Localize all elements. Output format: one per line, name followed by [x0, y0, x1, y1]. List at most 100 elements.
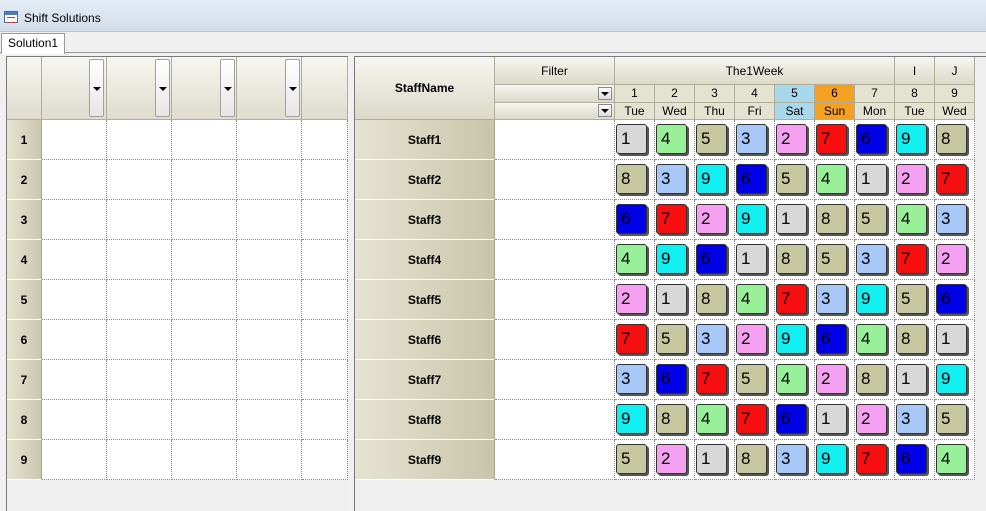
shift-cell[interactable]: 1 — [735, 240, 775, 280]
grid-cell[interactable] — [302, 320, 348, 360]
shift-cell[interactable]: 9 — [815, 440, 855, 480]
grid-cell[interactable] — [302, 160, 348, 200]
shift-cell[interactable]: 4 — [655, 120, 695, 160]
day-number-header[interactable]: 2 — [655, 85, 695, 103]
shift-tile[interactable]: 1 — [616, 124, 647, 154]
shift-cell[interactable]: 5 — [695, 120, 735, 160]
shift-cell[interactable]: 6 — [695, 240, 735, 280]
shift-cell[interactable]: 8 — [695, 280, 735, 320]
staff-name-cell[interactable]: Staff1 — [355, 120, 495, 160]
shift-cell[interactable]: 1 — [655, 280, 695, 320]
shift-tile[interactable]: 9 — [736, 204, 767, 234]
shift-tile[interactable]: 3 — [856, 244, 887, 274]
shift-cell[interactable]: 7 — [895, 240, 935, 280]
shift-cell[interactable]: 4 — [855, 320, 895, 360]
grid-cell[interactable] — [172, 320, 237, 360]
grid-cell[interactable] — [42, 280, 107, 320]
grid-cell[interactable] — [107, 120, 172, 160]
day-number-header[interactable]: 5 — [775, 85, 815, 103]
shift-tile[interactable]: 9 — [616, 404, 647, 434]
shift-tile[interactable]: 8 — [896, 324, 927, 354]
shift-tile[interactable]: 8 — [816, 204, 847, 234]
shift-tile[interactable]: 8 — [616, 164, 647, 194]
shift-tile[interactable]: 6 — [616, 204, 647, 234]
filter-header[interactable]: Filter — [495, 57, 615, 85]
column-filter-dropdown[interactable] — [89, 59, 104, 117]
shift-tile[interactable]: 7 — [616, 324, 647, 354]
shift-tile[interactable]: 4 — [816, 164, 847, 194]
shift-cell[interactable]: 5 — [655, 320, 695, 360]
shift-tile[interactable]: 3 — [936, 204, 967, 234]
staff-name-cell[interactable]: Staff6 — [355, 320, 495, 360]
shift-cell[interactable]: 8 — [815, 200, 855, 240]
shift-cell[interactable]: 3 — [815, 280, 855, 320]
staff-name-cell[interactable]: Staff5 — [355, 280, 495, 320]
day-name-header[interactable]: Wed — [935, 103, 975, 120]
left-column-header[interactable] — [172, 57, 237, 120]
shift-cell[interactable]: 9 — [935, 360, 975, 400]
row-header[interactable]: 9 — [7, 440, 42, 480]
filter-cell[interactable] — [495, 280, 615, 320]
shift-tile[interactable]: 5 — [856, 204, 887, 234]
staff-name-cell[interactable]: Staff9 — [355, 440, 495, 480]
filter-cell[interactable] — [495, 240, 615, 280]
shift-tile[interactable]: 1 — [656, 284, 687, 314]
shift-tile[interactable]: 5 — [696, 124, 727, 154]
shift-cell[interactable]: 2 — [895, 160, 935, 200]
day-number-header[interactable]: 1 — [615, 85, 655, 103]
shift-tile[interactable]: 6 — [816, 324, 847, 354]
filter-cell[interactable] — [495, 400, 615, 440]
grid-cell[interactable] — [172, 440, 237, 480]
shift-tile[interactable]: 4 — [736, 284, 767, 314]
left-column-header[interactable] — [42, 57, 107, 120]
shift-tile[interactable]: 9 — [696, 164, 727, 194]
shift-tile[interactable]: 5 — [616, 444, 647, 474]
grid-cell[interactable] — [302, 360, 348, 400]
shift-tile[interactable]: 8 — [736, 444, 767, 474]
shift-cell[interactable]: 2 — [735, 320, 775, 360]
shift-cell[interactable]: 1 — [775, 200, 815, 240]
grid-cell[interactable] — [107, 240, 172, 280]
shift-cell[interactable]: 5 — [895, 280, 935, 320]
shift-cell[interactable]: 2 — [615, 280, 655, 320]
shift-tile[interactable]: 4 — [896, 204, 927, 234]
week-header[interactable]: The1Week — [615, 57, 895, 85]
shift-tile[interactable]: 6 — [896, 444, 927, 474]
shift-cell[interactable]: 7 — [815, 120, 855, 160]
shift-tile[interactable]: 1 — [896, 364, 927, 394]
shift-cell[interactable]: 6 — [655, 360, 695, 400]
shift-cell[interactable]: 5 — [775, 160, 815, 200]
grid-cell[interactable] — [107, 160, 172, 200]
shift-tile[interactable]: 6 — [776, 404, 807, 434]
shift-cell[interactable]: 5 — [615, 440, 655, 480]
grid-cell[interactable] — [237, 240, 302, 280]
shift-tile[interactable]: 5 — [816, 244, 847, 274]
shift-cell[interactable]: 7 — [655, 200, 695, 240]
shift-cell[interactable]: 9 — [895, 120, 935, 160]
shift-cell[interactable]: 8 — [935, 120, 975, 160]
day-number-header[interactable]: 4 — [735, 85, 775, 103]
shift-cell[interactable]: 3 — [775, 440, 815, 480]
column-filter-dropdown[interactable] — [285, 59, 300, 117]
shift-tile[interactable]: 1 — [736, 244, 767, 274]
grid-cell[interactable] — [172, 160, 237, 200]
shift-tile[interactable]: 2 — [936, 244, 967, 274]
shift-tile[interactable]: 1 — [816, 404, 847, 434]
shift-tile[interactable]: 8 — [776, 244, 807, 274]
staff-name-cell[interactable]: Staff2 — [355, 160, 495, 200]
grid-cell[interactable] — [302, 400, 348, 440]
grid-cell[interactable] — [302, 200, 348, 240]
shift-tile[interactable]: 2 — [616, 284, 647, 314]
shift-cell[interactable]: 4 — [695, 400, 735, 440]
shift-tile[interactable]: 6 — [656, 364, 687, 394]
shift-cell[interactable]: 9 — [695, 160, 735, 200]
shift-tile[interactable]: 3 — [776, 444, 807, 474]
shift-cell[interactable]: 1 — [935, 320, 975, 360]
shift-cell[interactable]: 5 — [935, 400, 975, 440]
filter-dropdown-1[interactable] — [598, 87, 612, 100]
shift-tile[interactable]: 1 — [696, 444, 727, 474]
grid-cell[interactable] — [302, 240, 348, 280]
shift-cell[interactable]: 8 — [735, 440, 775, 480]
shift-cell[interactable]: 9 — [855, 280, 895, 320]
row-header[interactable]: 8 — [7, 400, 42, 440]
